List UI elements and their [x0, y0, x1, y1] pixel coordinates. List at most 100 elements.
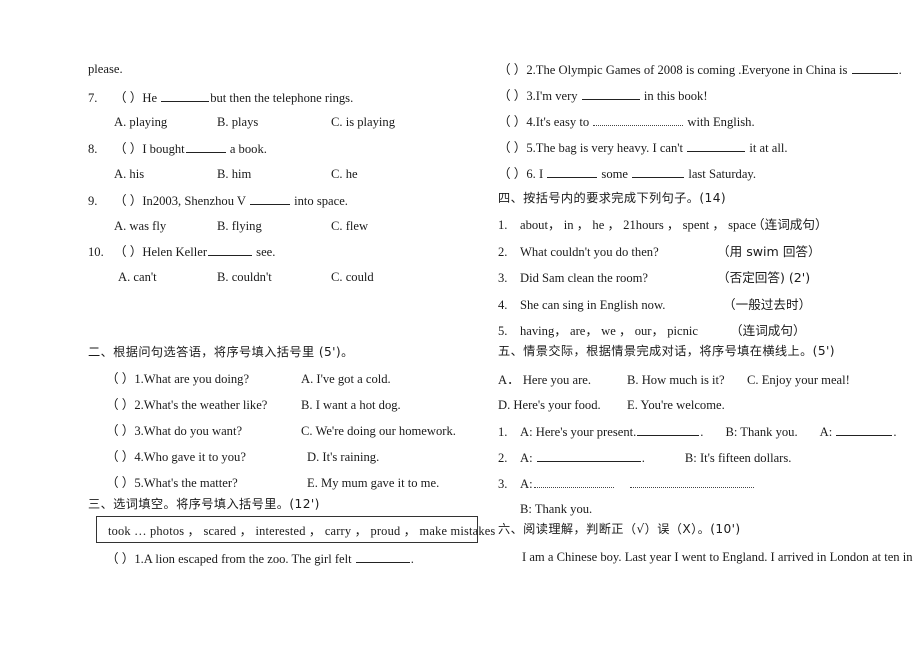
dialogue-choice-b[interactable]: B. How much is it?	[627, 373, 725, 387]
mc-item-9-stem: 9. （ ）In2003, Shenzhou V into space.	[88, 193, 348, 208]
mc-item-8-stem: 8. （ ）I bought a book.	[88, 141, 267, 156]
mc-item-8-paren[interactable]: （ ）	[114, 142, 142, 156]
rewrite-item-4-number: 4.	[498, 298, 508, 312]
mc-item-7-paren[interactable]: （ ）	[114, 91, 142, 105]
match-row-5-paren[interactable]: （ ）	[106, 476, 134, 490]
cloze-item-6-text-after: last Saturday.	[685, 167, 757, 181]
mc-item-8-text-after: a book.	[226, 142, 267, 156]
rewrite-item-3-number: 3.	[498, 271, 508, 285]
rewrite-item-1-sentence: about， in ， he ， 21hours ， spent ， space	[520, 218, 757, 232]
exam-page: please. 7. （ ）He but then the telephone r…	[0, 0, 920, 651]
mc-item-10-text-before: Helen Keller	[142, 245, 208, 259]
cloze-item-2-blank[interactable]	[851, 62, 898, 74]
mc-item-7-option-b[interactable]: B. plays	[217, 115, 258, 129]
dialogue-item-1-blank-2[interactable]	[836, 424, 893, 436]
cloze-item-5-blank[interactable]	[687, 140, 746, 152]
mc-item-8-option-b[interactable]: B. him	[217, 167, 251, 181]
cloze-item-2-paren[interactable]: （ ）	[498, 63, 526, 77]
dialogue-item-1-blank-1[interactable]	[637, 424, 700, 436]
cloze-item-6-paren[interactable]: （ ）	[498, 167, 526, 181]
match-row-1-paren[interactable]: （ ）	[106, 372, 134, 386]
match-answer-d[interactable]: D. It's raining.	[307, 450, 379, 464]
mc-item-10-paren[interactable]: （ ）	[114, 245, 142, 259]
cloze-item-1-blank[interactable]	[355, 551, 410, 563]
mc-item-9-option-b[interactable]: B. flying	[217, 219, 262, 233]
reading-passage-line: I am a Chinese boy. Last year I went to …	[522, 550, 913, 564]
dialogue-choice-d[interactable]: D. Here's your food.	[498, 398, 601, 412]
mc-item-7-blank[interactable]	[161, 90, 210, 102]
rewrite-item-1-note: （连词成句）	[752, 217, 828, 232]
cloze-item-5: （ ）5.The bag is very heavy. I can't it a…	[498, 140, 788, 155]
dialogue-item-2-part-a: A:	[520, 451, 536, 465]
cloze-item-6-blank-2[interactable]	[632, 166, 685, 178]
match-row-1: （ ）1.What are you doing?	[88, 372, 249, 386]
rewrite-item-1-number: 1.	[498, 218, 508, 232]
match-row-4-paren[interactable]: （ ）	[106, 450, 134, 464]
dialogue-item-1-part-a-tail: .	[700, 425, 704, 439]
cloze-item-3-text-after: in this book!	[640, 89, 708, 103]
mc-item-9-number: 9.	[88, 194, 98, 208]
cloze-item-1-paren[interactable]: （ ）	[106, 552, 134, 566]
section-two-heading: 二、根据问句选答语，将序号填入括号里 (5')。	[88, 345, 354, 359]
match-row-2-paren[interactable]: （ ）	[106, 398, 134, 412]
match-answer-a[interactable]: A. I've got a cold.	[301, 372, 391, 386]
dialogue-item-3-blank-2[interactable]	[629, 476, 754, 488]
mc-item-9-option-a[interactable]: A. was fly	[114, 219, 166, 233]
mc-item-9-paren[interactable]: （ ）	[114, 194, 142, 208]
cloze-item-6-blank-1[interactable]	[547, 166, 598, 178]
cloze-item-3-blank[interactable]	[581, 88, 640, 100]
rewrite-item-2: 2. What couldn't you do then?	[498, 245, 659, 259]
mc-item-10-option-b[interactable]: B. couldn't	[217, 270, 272, 284]
dialogue-item-3-blank-1[interactable]	[533, 476, 614, 488]
match-answer-c[interactable]: C. We're doing our homework.	[301, 424, 456, 438]
mc-item-9-text-before: In2003, Shenzhou V	[142, 194, 249, 208]
rewrite-item-3-sentence: Did Sam clean the room?	[520, 271, 648, 285]
rewrite-item-3: 3. Did Sam clean the room?	[498, 271, 648, 285]
cloze-item-5-paren[interactable]: （ ）	[498, 141, 526, 155]
word-bank-box: took … photos ， scared ， interested ， ca…	[96, 516, 495, 543]
mc-item-7-text-after: but then the telephone rings.	[210, 91, 354, 105]
mc-item-10-option-a[interactable]: A. can't	[118, 270, 157, 284]
cloze-item-4-text-after: with English.	[684, 115, 755, 129]
mc-item-9-option-c[interactable]: C. flew	[331, 219, 368, 233]
mc-item-10-blank[interactable]	[208, 244, 253, 256]
mc-item-8-option-c[interactable]: C. he	[331, 167, 358, 181]
dialogue-choice-e[interactable]: E. You're welcome.	[627, 398, 725, 412]
mc-item-9-blank[interactable]	[249, 193, 290, 205]
match-answer-e[interactable]: E. My mum gave it to me.	[307, 476, 439, 490]
dialogue-choice-c[interactable]: C. Enjoy your meal!	[747, 373, 850, 387]
match-row-3: （ ）3.What do you want?	[88, 424, 242, 438]
mc-item-10-text-after: see.	[253, 245, 276, 259]
rewrite-item-3-note: （否定回答) (2')	[717, 270, 811, 285]
mc-item-8-blank[interactable]	[185, 141, 226, 153]
mc-item-8-option-a[interactable]: A. his	[114, 167, 144, 181]
rewrite-item-4-note: （一般过去时）	[723, 297, 812, 312]
cloze-item-5-text-after: it at all.	[746, 141, 788, 155]
match-answer-b[interactable]: B. I want a hot dog.	[301, 398, 401, 412]
dialogue-item-2-blank[interactable]	[536, 450, 641, 462]
rewrite-item-4-sentence: She can sing in English now.	[520, 298, 666, 312]
cloze-item-4-paren[interactable]: （ ）	[498, 115, 526, 129]
mc-item-7-stem: 7. （ ）He but then the telephone rings.	[88, 90, 353, 105]
section-five-heading: 五、情景交际，根据情景完成对话，将序号填在横线上。(5')	[498, 344, 835, 358]
match-row-4-question: 4.Who gave it to you?	[134, 450, 246, 464]
mc-item-9-text-after: into space.	[290, 194, 348, 208]
mc-item-10-option-c[interactable]: C. could	[331, 270, 374, 284]
mc-item-7-option-c[interactable]: C. is playing	[331, 115, 395, 129]
cloze-item-3-paren[interactable]: （ ）	[498, 89, 526, 103]
mc-item-8-text-before: I bought	[142, 142, 185, 156]
cloze-item-1-text-after: .	[410, 552, 414, 566]
cloze-item-2-text-before: 2.The Olympic Games of 2008 is coming .E…	[526, 63, 851, 77]
dialogue-item-1-part-c-tail: .	[893, 425, 897, 439]
dialogue-choice-a[interactable]: A． Here you are.	[498, 373, 591, 387]
cloze-item-4-blank[interactable]	[593, 114, 684, 126]
cloze-item-4: （ ）4.It's easy to with English.	[498, 114, 755, 129]
match-row-3-question: 3.What do you want?	[134, 424, 243, 438]
cloze-item-1: （ ）1.A lion escaped from the zoo. The gi…	[88, 551, 414, 566]
continued-line: please.	[88, 62, 123, 76]
match-row-3-paren[interactable]: （ ）	[106, 424, 134, 438]
cloze-item-1-text-before: 1.A lion escaped from the zoo. The girl …	[134, 552, 355, 566]
mc-item-7-option-a[interactable]: A. playing	[114, 115, 167, 129]
mc-item-7-text-before: He	[142, 91, 161, 105]
rewrite-item-2-number: 2.	[498, 245, 508, 259]
